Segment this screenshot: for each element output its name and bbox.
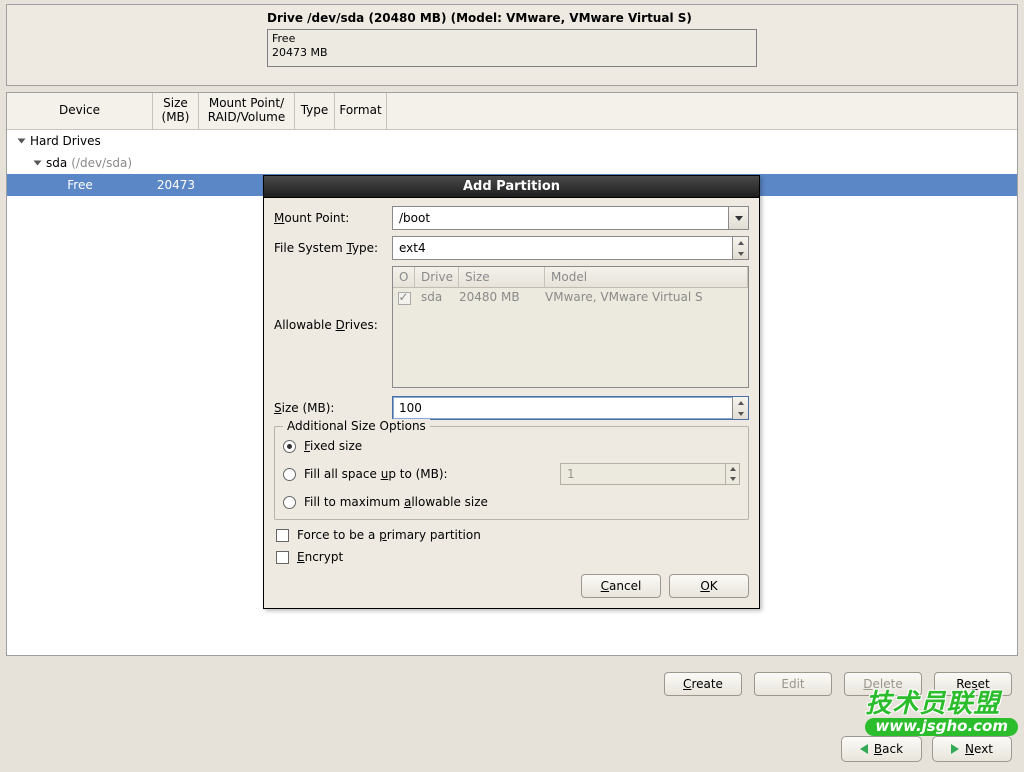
nav-buttons: Back Next xyxy=(841,736,1012,762)
mount-point-label: Mount Point: xyxy=(274,211,392,225)
size-label: Size (MB): xyxy=(274,401,392,415)
radio-fixed[interactable] xyxy=(283,440,296,453)
ok-button[interactable]: OK xyxy=(669,574,749,598)
fs-type-input[interactable] xyxy=(393,241,732,255)
col-check: O xyxy=(393,267,415,287)
col-drive-model: Model xyxy=(545,267,748,287)
col-device[interactable]: Device xyxy=(7,93,153,129)
spin-up-icon xyxy=(733,397,748,408)
col-mount[interactable]: Mount Point/ RAID/Volume xyxy=(199,93,295,129)
mount-point-input[interactable] xyxy=(393,211,728,225)
radio-fill-up[interactable] xyxy=(283,468,296,481)
dropdown-button[interactable] xyxy=(732,237,748,259)
allowable-drives-label: Allowable Drives: xyxy=(274,266,392,332)
create-button[interactable]: Create xyxy=(664,672,742,696)
fs-type-label: File System Type: xyxy=(274,241,392,255)
fill-up-spinner xyxy=(560,463,740,485)
col-format[interactable]: Format xyxy=(335,93,387,129)
tree-hard-drives[interactable]: Hard Drives xyxy=(7,130,1017,152)
force-primary-row[interactable]: Force to be a primary partition xyxy=(276,528,749,542)
next-button[interactable]: Next xyxy=(932,736,1012,762)
arrow-left-icon xyxy=(860,744,868,754)
allowable-drives-list[interactable]: O Drive Size Model sda 20480 MB VMware, … xyxy=(392,266,749,388)
opt-fill-up-to[interactable]: Fill all space up to (MB): xyxy=(283,463,740,485)
drive-title: Drive /dev/sda (20480 MB) (Model: VMware… xyxy=(267,11,1009,25)
cancel-button[interactable]: Cancel xyxy=(581,574,661,598)
additional-size-options: Additional Size Options Fixed size Fill … xyxy=(274,426,749,520)
expand-icon[interactable] xyxy=(34,161,42,166)
encrypt-checkbox[interactable] xyxy=(276,551,289,564)
opt-fixed-size[interactable]: Fixed size xyxy=(283,439,740,453)
chevron-down-icon xyxy=(735,216,743,221)
dialog-title: Add Partition xyxy=(264,176,759,198)
col-size[interactable]: Size (MB) xyxy=(153,93,199,129)
col-type[interactable]: Type xyxy=(295,93,335,129)
watermark: 技术员联盟 www.jsgho.com xyxy=(865,691,1018,736)
arrow-right-icon xyxy=(951,744,959,754)
spinner-buttons[interactable] xyxy=(732,397,748,419)
drive-checkbox xyxy=(398,292,411,305)
col-drive: Drive xyxy=(415,267,459,287)
back-button[interactable]: Back xyxy=(841,736,922,762)
opt-fill-max[interactable]: Fill to maximum allowable size xyxy=(283,495,740,509)
mount-point-select[interactable] xyxy=(392,206,749,230)
drive-summary-panel: Drive /dev/sda (20480 MB) (Model: VMware… xyxy=(6,4,1018,86)
aso-legend: Additional Size Options xyxy=(283,419,430,433)
fs-type-select[interactable] xyxy=(392,236,749,260)
column-headers: Device Size (MB) Mount Point/ RAID/Volum… xyxy=(7,93,1017,130)
free-label: Free xyxy=(272,32,752,46)
free-size: 20473 MB xyxy=(272,46,752,60)
spin-down-icon xyxy=(733,408,748,419)
tree-sda[interactable]: sda (/dev/sda) xyxy=(7,152,1017,174)
size-spinner[interactable] xyxy=(392,396,749,420)
drive-usage-box: Free 20473 MB xyxy=(267,29,757,67)
force-primary-checkbox[interactable] xyxy=(276,529,289,542)
size-input[interactable] xyxy=(393,401,732,415)
encrypt-row[interactable]: Encrypt xyxy=(276,550,749,564)
col-drive-size: Size xyxy=(459,267,545,287)
add-partition-dialog: Add Partition Mount Point: File System T… xyxy=(263,175,760,609)
radio-fill-max[interactable] xyxy=(283,496,296,509)
drive-row: sda 20480 MB VMware, VMware Virtual S xyxy=(393,288,748,310)
dropdown-button[interactable] xyxy=(728,207,748,229)
expand-icon[interactable] xyxy=(18,139,26,144)
edit-button: Edit xyxy=(754,672,832,696)
